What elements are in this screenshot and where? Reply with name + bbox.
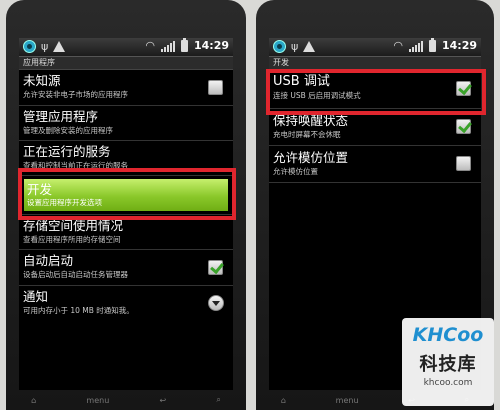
- status-bar: ψ ◠ 14:29: [19, 38, 233, 57]
- watermark-logo: KHCoo 科技库 khcoo.com: [402, 318, 494, 406]
- item-title: 管理应用程序: [23, 109, 99, 124]
- status-clock: 14:29: [193, 39, 229, 52]
- item-title: 正在运行的服务: [23, 144, 111, 159]
- item-subtitle: 允许模仿位置: [273, 167, 318, 176]
- usb-icon: ψ: [291, 39, 299, 53]
- sync-icon: [23, 40, 36, 53]
- watermark-name: 科技库: [419, 354, 477, 375]
- setting-storage-usage[interactable]: 存储空间使用情况 查看应用程序所用的存储空间: [19, 215, 233, 250]
- menu-key[interactable]: menu: [86, 396, 109, 405]
- home-key-icon[interactable]: ⌂: [281, 396, 286, 405]
- annotation-highlight-box: [18, 168, 236, 220]
- item-subtitle: 允许安装非电子市场的应用程序: [23, 90, 128, 99]
- watermark-brand: KHCoo: [412, 324, 484, 346]
- setting-unknown-sources[interactable]: 未知源 允许安装非电子市场的应用程序: [19, 70, 233, 106]
- item-title: 未知源: [23, 73, 61, 88]
- chevron-down-icon[interactable]: [208, 295, 224, 311]
- wifi-icon: ◠: [145, 39, 155, 52]
- search-key-icon[interactable]: ⌕: [216, 395, 220, 405]
- item-subtitle: 充电时屏幕不会休眠: [273, 130, 341, 139]
- stay-awake-checkbox[interactable]: [456, 119, 471, 134]
- phone-left: ψ ◠ 14:29 应用程序 未知源 允许安装非电子市场的应用程序 管理应用程序…: [6, 0, 246, 410]
- annotation-highlight-box: [266, 69, 486, 115]
- watermark-url: khcoo.com: [423, 378, 473, 388]
- setting-notification[interactable]: 通知 可用内存小于 10 MB 时通知我。: [19, 286, 233, 321]
- warning-icon: [53, 41, 66, 52]
- battery-icon: [180, 38, 188, 52]
- back-key-icon[interactable]: ↩: [159, 396, 166, 405]
- mock-locations-checkbox[interactable]: [456, 156, 471, 171]
- item-title: 保持唤醒状态: [273, 113, 349, 128]
- item-subtitle: 管理及删除安装的应用程序: [23, 126, 113, 135]
- item-title: 通知: [23, 289, 49, 304]
- screen-title: 应用程序: [19, 57, 233, 70]
- item-title: 自动启动: [23, 253, 74, 268]
- soft-keys: ⌂ menu ↩ ⌕: [6, 390, 246, 410]
- item-subtitle: 设备启动后自动启动任务管理器: [23, 270, 128, 279]
- sync-icon: [273, 40, 286, 53]
- menu-key[interactable]: menu: [336, 396, 359, 405]
- item-title: 允许模仿位置: [273, 150, 349, 165]
- item-subtitle: 可用内存小于 10 MB 时通知我。: [23, 306, 134, 315]
- status-clock: 14:29: [441, 39, 477, 52]
- signal-icon: [408, 40, 423, 52]
- auto-start-checkbox[interactable]: [208, 260, 223, 275]
- wifi-icon: ◠: [393, 39, 403, 52]
- unknown-sources-checkbox[interactable]: [208, 80, 223, 95]
- home-key-icon[interactable]: ⌂: [31, 396, 36, 405]
- status-bar: ψ ◠ 14:29: [269, 38, 481, 57]
- setting-auto-start[interactable]: 自动启动 设备启动后自动启动任务管理器: [19, 250, 233, 286]
- setting-mock-locations[interactable]: 允许模仿位置 允许模仿位置: [269, 146, 481, 183]
- signal-icon: [160, 40, 175, 52]
- usb-icon: ψ: [41, 39, 49, 53]
- warning-icon: [303, 41, 316, 52]
- setting-manage-applications[interactable]: 管理应用程序 管理及删除安装的应用程序: [19, 106, 233, 141]
- battery-icon: [428, 38, 436, 52]
- item-subtitle: 查看应用程序所用的存储空间: [23, 235, 121, 244]
- item-title: 存储空间使用情况: [23, 218, 124, 233]
